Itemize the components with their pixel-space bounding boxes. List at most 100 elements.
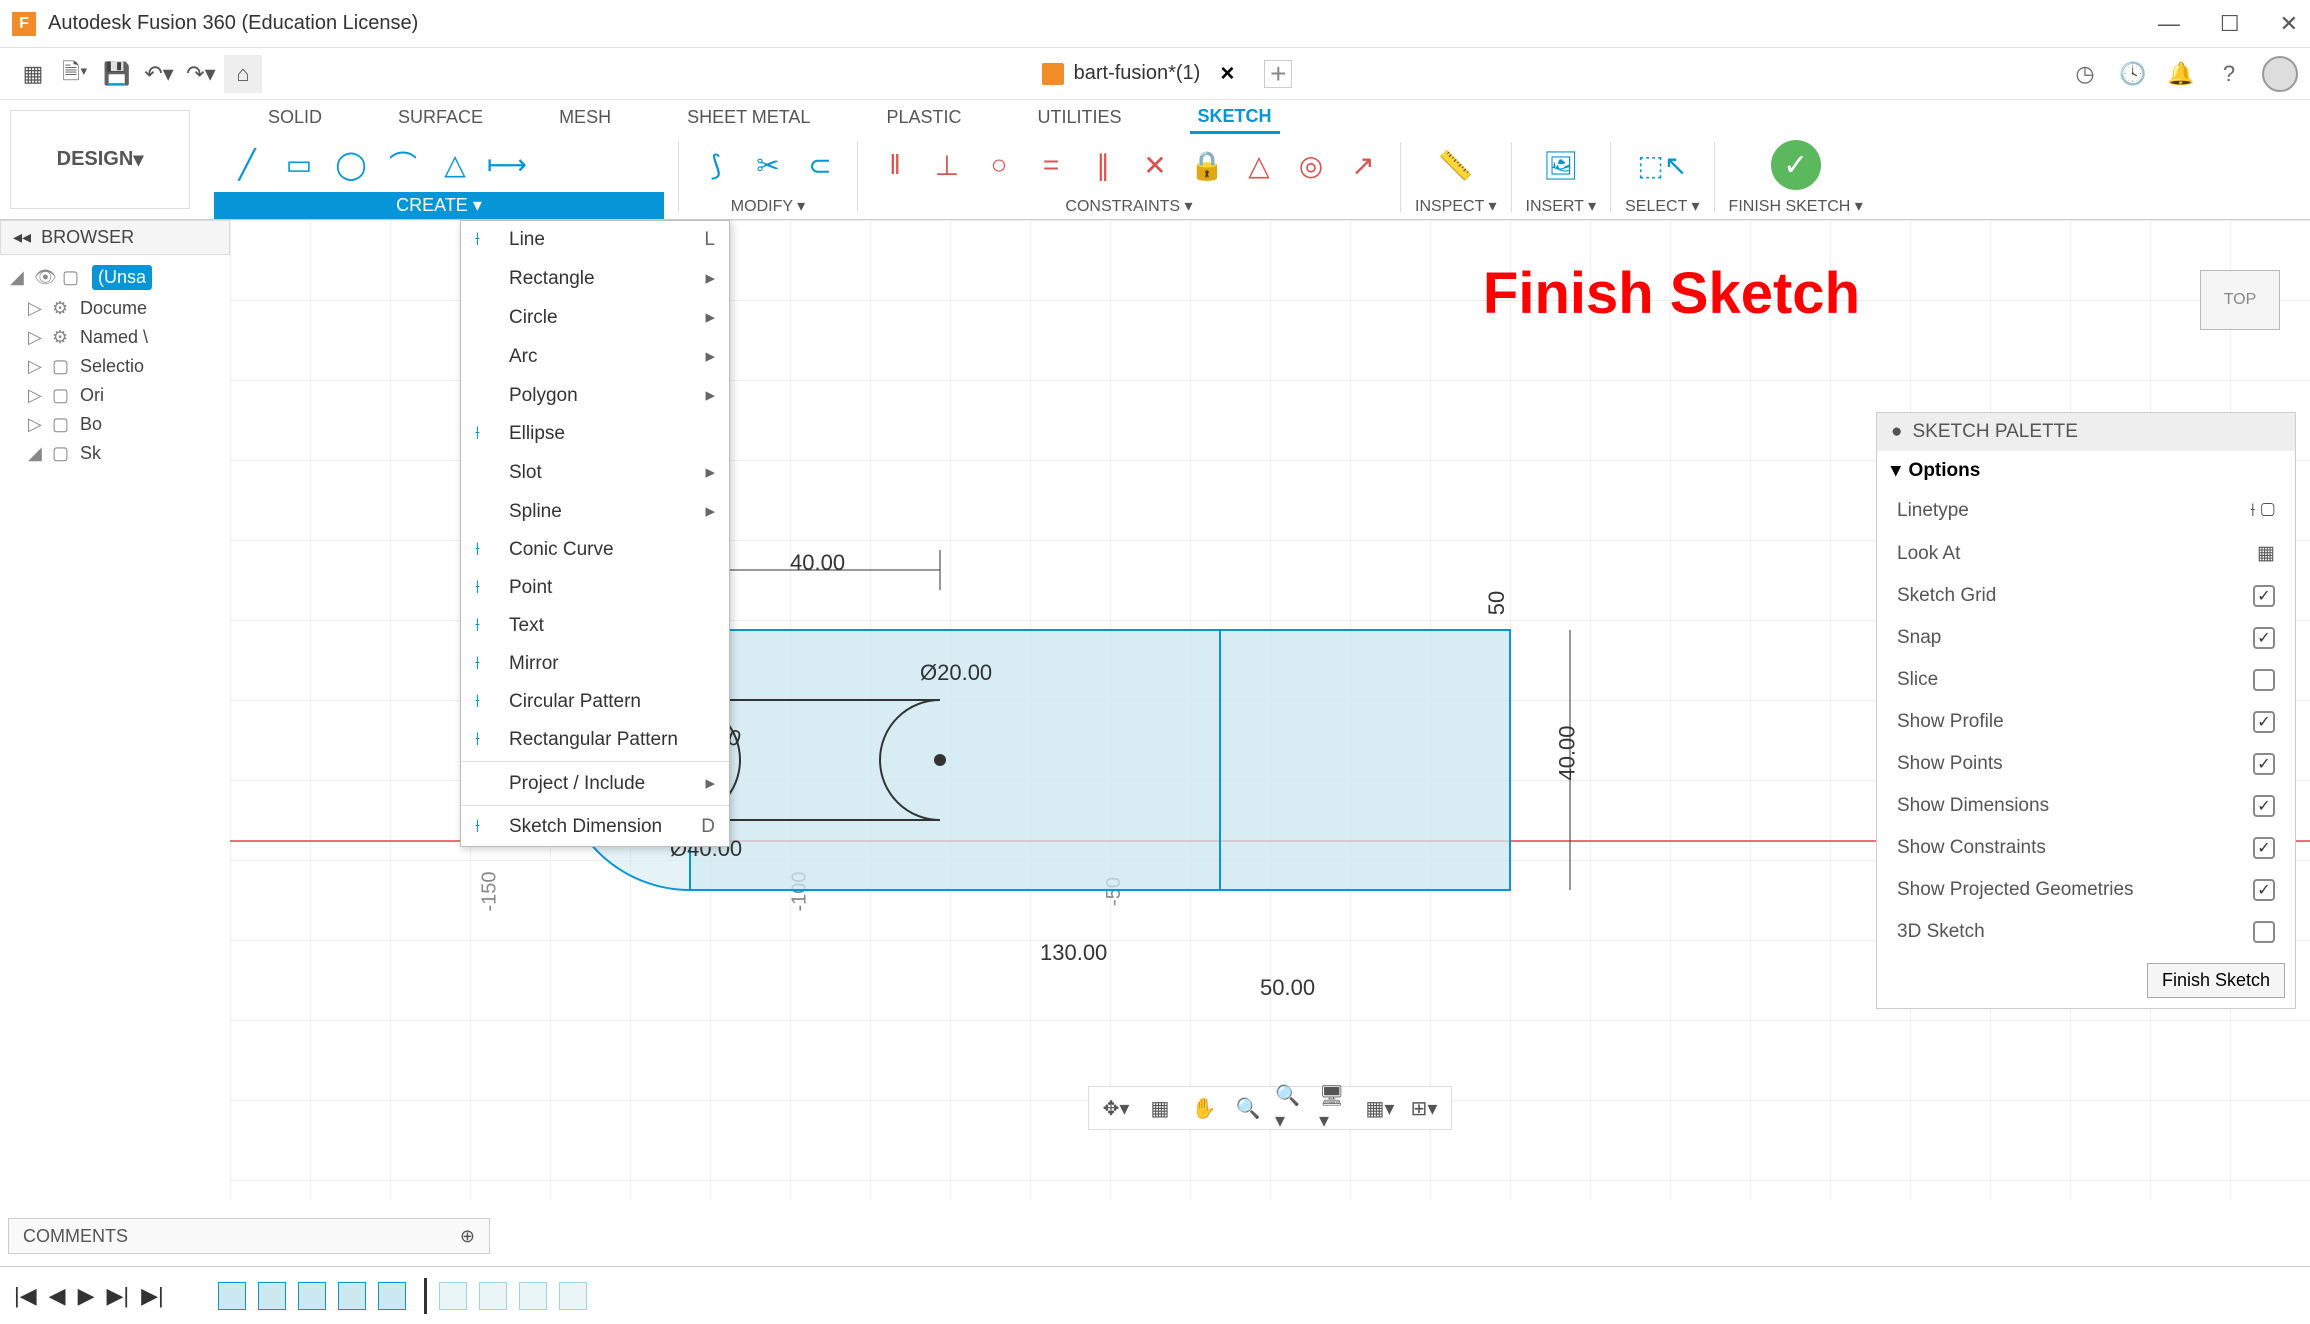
trim-tool-icon[interactable]: ✂	[745, 142, 791, 188]
browser-item[interactable]: ▷▢Ori	[4, 381, 226, 410]
palette-row-show-dimensions[interactable]: Show Dimensions	[1877, 785, 2295, 827]
redo-icon[interactable]: ↷▾	[182, 55, 220, 93]
extensions-icon[interactable]: ◷	[2070, 59, 2100, 89]
notifications-icon[interactable]: 🔔	[2166, 59, 2196, 89]
ribbon-tab-sheet metal[interactable]: SHEET METAL	[679, 103, 818, 132]
inspect-group-label[interactable]: INSPECT ▾	[1415, 193, 1497, 219]
concentric-constraint-icon[interactable]: ◎	[1288, 142, 1334, 188]
menu-item-rectangular-pattern[interactable]: ⟊Rectangular Pattern	[461, 721, 729, 759]
insert-group-label[interactable]: INSERT ▾	[1526, 193, 1597, 219]
timeline-feature[interactable]	[258, 1282, 286, 1310]
finish-sketch-group-label[interactable]: FINISH SKETCH ▾	[1729, 193, 1863, 219]
display-icon[interactable]: 🖥▾	[1319, 1091, 1353, 1125]
help-icon[interactable]: ?	[2214, 59, 2244, 89]
timeline-start-icon[interactable]: |◀	[14, 1283, 37, 1309]
timeline-feature[interactable]	[439, 1282, 467, 1310]
browser-item[interactable]: ▷⚙Docume	[4, 294, 226, 323]
create-group-label[interactable]: CREATE ▾	[214, 192, 664, 219]
palette-row-snap[interactable]: Snap	[1877, 617, 2295, 659]
lookat-icon[interactable]: ▦	[1143, 1091, 1177, 1125]
ribbon-tab-utilities[interactable]: UTILITIES	[1029, 103, 1129, 132]
browser-root[interactable]: ◢👁▢(Unsa	[4, 261, 226, 294]
timeline-feature[interactable]	[298, 1282, 326, 1310]
browser-item[interactable]: ▷⚙Named \	[4, 323, 226, 352]
menu-item-spline[interactable]: Spline▸	[461, 492, 729, 531]
close-tab-button[interactable]: ×	[1220, 60, 1234, 88]
fit-icon[interactable]: 🔍▾	[1275, 1091, 1309, 1125]
palette-row-show-points[interactable]: Show Points	[1877, 743, 2295, 785]
timeline-feature[interactable]	[559, 1282, 587, 1310]
palette-row-linetype[interactable]: Linetype⟊ ▢	[1877, 490, 2295, 532]
palette-row-show-constraints[interactable]: Show Constraints	[1877, 827, 2295, 869]
dimension-tool-icon[interactable]: ⟼	[484, 141, 530, 187]
timeline-feature[interactable]	[519, 1282, 547, 1310]
viewcube[interactable]: TOP	[2200, 270, 2280, 330]
finish-sketch-button[interactable]: Finish Sketch	[2147, 963, 2285, 998]
palette-row--d-sketch[interactable]: 3D Sketch	[1877, 911, 2295, 953]
symmetry-constraint-icon[interactable]: ↗	[1340, 142, 1386, 188]
offset-tool-icon[interactable]: ⊂	[797, 142, 843, 188]
add-comment-icon[interactable]: ⊕	[460, 1226, 475, 1247]
dimension-50[interactable]: 50.00	[1260, 975, 1315, 1001]
ribbon-tab-plastic[interactable]: PLASTIC	[878, 103, 969, 132]
inspect-icon[interactable]: 📏	[1433, 142, 1479, 188]
zoom-icon[interactable]: 🔍	[1231, 1091, 1265, 1125]
comments-bar[interactable]: COMMENTS⊕	[8, 1218, 490, 1254]
insert-icon[interactable]: 🖼	[1538, 142, 1584, 188]
menu-item-ellipse[interactable]: ⟊Ellipse	[461, 415, 729, 453]
palette-row-show-profile[interactable]: Show Profile	[1877, 701, 2295, 743]
undo-icon[interactable]: ↶▾	[140, 55, 178, 93]
midpoint-constraint-icon[interactable]: △	[1236, 142, 1282, 188]
menu-item-polygon[interactable]: Polygon▸	[461, 376, 729, 415]
timeline-play-icon[interactable]: ▶	[78, 1283, 95, 1309]
rectangle-tool-icon[interactable]: ▭	[276, 141, 322, 187]
jobs-icon[interactable]: 🕓	[2118, 59, 2148, 89]
apps-grid-icon[interactable]: ▦	[14, 55, 52, 93]
timeline-feature[interactable]	[378, 1282, 406, 1310]
polygon-tool-icon[interactable]: △	[432, 141, 478, 187]
canvas[interactable]: -200 -150 -100 -50 40.00 Ø20.00 Ø	[230, 220, 2310, 1200]
browser-item[interactable]: ▷▢Selectio	[4, 352, 226, 381]
fillet-tool-icon[interactable]: ⟆	[693, 142, 739, 188]
dimension-dia20[interactable]: Ø20.00	[920, 660, 992, 686]
menu-item-circle[interactable]: Circle▸	[461, 298, 729, 337]
minimize-button[interactable]: —	[2158, 11, 2180, 37]
finish-sketch-icon[interactable]: ✓	[1771, 140, 1821, 190]
menu-item-text[interactable]: ⟊Text	[461, 607, 729, 645]
viewport-icon[interactable]: ⊞▾	[1407, 1091, 1441, 1125]
user-avatar[interactable]	[2262, 56, 2298, 92]
pan-icon[interactable]: ✋	[1187, 1091, 1221, 1125]
dimension-50v[interactable]: 50	[1484, 591, 1510, 615]
palette-section-options[interactable]: ▾ Options	[1877, 451, 2295, 490]
grid-display-icon[interactable]: ▦▾	[1363, 1091, 1397, 1125]
timeline-feature[interactable]	[479, 1282, 507, 1310]
browser-item[interactable]: ◢▢Sk	[4, 439, 226, 468]
coincident-constraint-icon[interactable]: ✕	[1132, 142, 1178, 188]
maximize-button[interactable]: ☐	[2220, 11, 2240, 37]
vertical-constraint-icon[interactable]: ⊥	[924, 142, 970, 188]
new-file-icon[interactable]: 🗎▾	[56, 55, 94, 93]
menu-item-arc[interactable]: Arc▸	[461, 337, 729, 376]
browser-header[interactable]: ◂◂BROWSER	[0, 220, 230, 255]
dimension-40[interactable]: 40.00	[790, 550, 845, 576]
parallel-constraint-icon[interactable]: ∥	[1080, 142, 1126, 188]
select-group-label[interactable]: SELECT ▾	[1625, 193, 1699, 219]
select-icon[interactable]: ⬚↖	[1639, 142, 1685, 188]
timeline-feature[interactable]	[338, 1282, 366, 1310]
menu-item-mirror[interactable]: ⟊Mirror	[461, 645, 729, 683]
menu-item-line[interactable]: ⟊LineL	[461, 221, 729, 259]
horizontal-constraint-icon[interactable]: ‖	[872, 142, 918, 188]
fix-constraint-icon[interactable]: 🔒	[1184, 142, 1230, 188]
palette-row-look-at[interactable]: Look At▦	[1877, 532, 2295, 575]
palette-row-show-projected-geometries[interactable]: Show Projected Geometries	[1877, 869, 2295, 911]
timeline-end-icon[interactable]: ▶|	[141, 1283, 164, 1309]
menu-item-rectangle[interactable]: Rectangle▸	[461, 259, 729, 298]
home-icon[interactable]: ⌂	[224, 55, 262, 93]
constraints-group-label[interactable]: CONSTRAINTS ▾	[1065, 193, 1192, 219]
ribbon-tab-solid[interactable]: SOLID	[260, 103, 330, 132]
document-tab[interactable]: bart-fusion*(1)	[1042, 62, 1201, 85]
timeline-prev-icon[interactable]: ◀	[49, 1283, 66, 1309]
menu-item-circular-pattern[interactable]: ⟊Circular Pattern	[461, 683, 729, 721]
equal-constraint-icon[interactable]: =	[1028, 142, 1074, 188]
palette-header[interactable]: ● SKETCH PALETTE	[1877, 413, 2295, 451]
